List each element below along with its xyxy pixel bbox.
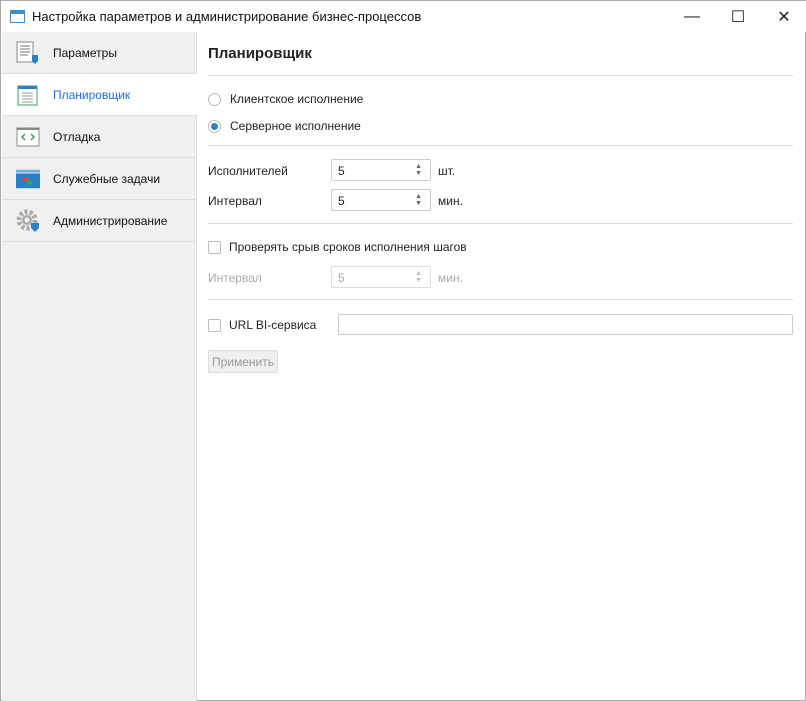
- check-deadline-checkbox[interactable]: Проверять срыв сроков исполнения шагов: [208, 240, 467, 254]
- tasks-icon: [16, 169, 40, 189]
- divider: [208, 299, 793, 300]
- checkbox[interactable]: [208, 318, 221, 332]
- settings-list-icon: [16, 41, 38, 64]
- interval-stepper[interactable]: 5 ▲ ▼: [331, 189, 431, 211]
- checkbox-label: URL BI-сервиса: [229, 318, 317, 332]
- radio-label: Серверное исполнение: [230, 119, 361, 133]
- sidebar-item-scheduler[interactable]: Планировщик: [2, 74, 198, 116]
- window: Настройка параметров и администрирование…: [0, 0, 806, 701]
- spinner-arrows-icon[interactable]: ▲ ▼: [415, 193, 422, 207]
- divider: [208, 75, 793, 76]
- radio-button[interactable]: [208, 92, 221, 106]
- checkbox[interactable]: [208, 240, 221, 254]
- radio-server-execution[interactable]: Серверное исполнение: [208, 119, 361, 133]
- spinner-arrows-icon[interactable]: ▲ ▼: [415, 163, 422, 177]
- code-icon: [16, 127, 40, 147]
- page-title: Планировщик: [208, 45, 312, 62]
- url-input[interactable]: [338, 314, 793, 335]
- radio-label: Клиентское исполнение: [230, 92, 364, 106]
- gear-shield-icon: [16, 209, 39, 232]
- sidebar-item-label: Планировщик: [53, 87, 131, 102]
- interval-unit: мин.: [438, 194, 463, 208]
- executors-unit: шт.: [438, 164, 456, 178]
- checkbox-label: Проверять срыв сроков исполнения шагов: [229, 240, 467, 254]
- calendar-icon: [17, 85, 38, 106]
- radio-client-execution[interactable]: Клиентское исполнение: [208, 92, 363, 106]
- sidebar: Параметры Планировщик Отладка Служебные …: [2, 32, 198, 701]
- sidebar-item-label: Администрирование: [53, 213, 168, 228]
- radio-button[interactable]: [208, 119, 221, 133]
- scheduler-panel: Планировщик Клиентское исполнение Сервер…: [197, 32, 804, 699]
- divider: [208, 223, 793, 224]
- deadline-interval-label: Интервал: [208, 271, 262, 285]
- divider: [208, 145, 793, 146]
- apply-button[interactable]: Применить: [208, 350, 278, 373]
- sidebar-item-administration[interactable]: Администрирование: [2, 200, 197, 242]
- executors-stepper[interactable]: 5 ▲ ▼: [331, 159, 431, 181]
- sidebar-item-parameters[interactable]: Параметры: [2, 32, 197, 74]
- interval-label: Интервал: [208, 194, 262, 208]
- url-checkbox[interactable]: URL BI-сервиса: [208, 318, 316, 332]
- maximize-button[interactable]: ☐: [715, 1, 761, 32]
- sidebar-item-debug[interactable]: Отладка: [2, 116, 197, 158]
- interval-value: 5: [338, 194, 345, 208]
- sidebar-item-label: Служебные задачи: [53, 171, 161, 186]
- sidebar-item-service-tasks[interactable]: Служебные задачи: [2, 158, 197, 200]
- deadline-interval-unit: мин.: [438, 271, 463, 285]
- executors-value: 5: [338, 164, 345, 178]
- title-bar: Настройка параметров и администрирование…: [1, 1, 806, 32]
- app-icon: [10, 10, 25, 23]
- executors-label: Исполнителей: [208, 164, 288, 178]
- deadline-interval-stepper[interactable]: 5 ▲ ▼: [331, 266, 431, 288]
- sidebar-item-label: Параметры: [53, 45, 117, 60]
- window-title: Настройка параметров и администрирование…: [32, 9, 422, 24]
- close-button[interactable]: ✕: [761, 1, 806, 32]
- sidebar-item-label: Отладка: [53, 129, 101, 144]
- spinner-arrows-icon[interactable]: ▲ ▼: [415, 270, 422, 284]
- deadline-interval-value: 5: [338, 271, 345, 285]
- minimize-button[interactable]: —: [669, 1, 715, 32]
